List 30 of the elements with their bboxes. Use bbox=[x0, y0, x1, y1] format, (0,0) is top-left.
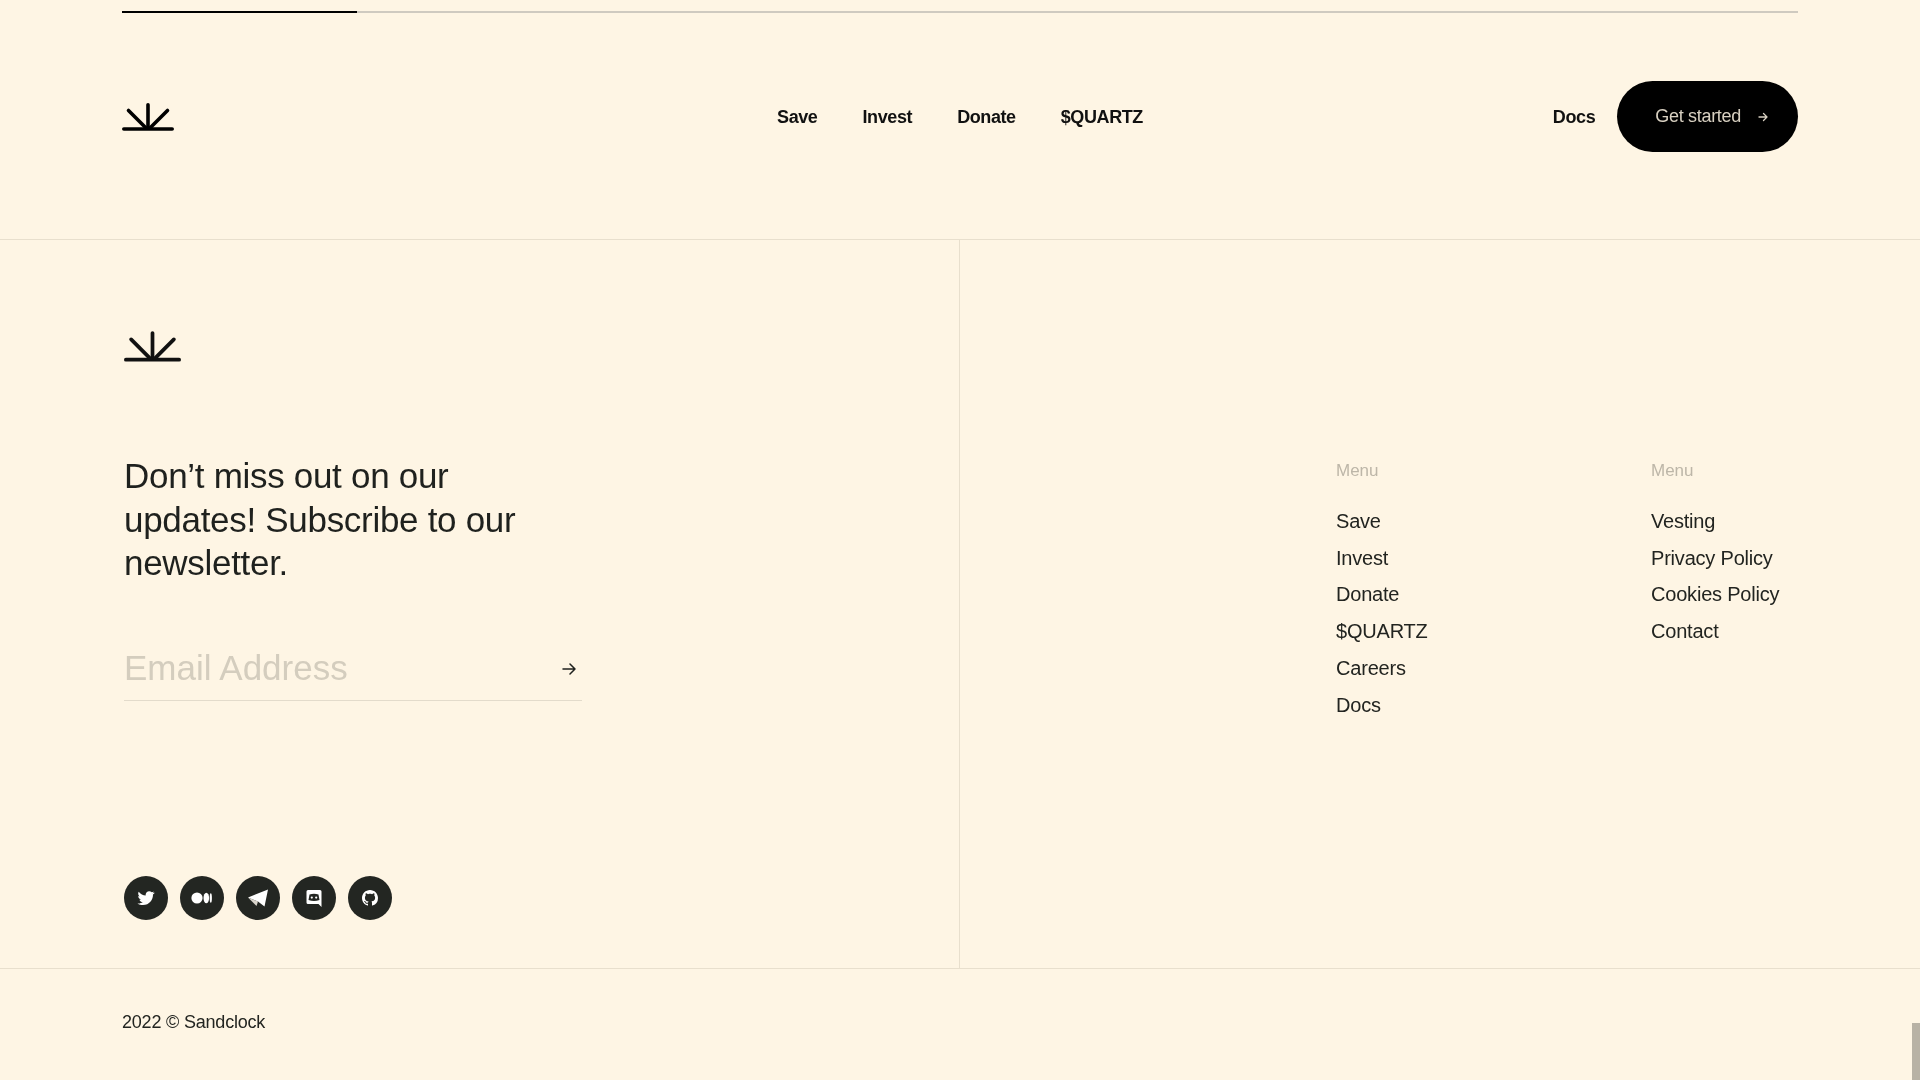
nav-link[interactable]: $QUARTZ bbox=[1060, 105, 1143, 128]
bird-icon[interactable] bbox=[124, 876, 168, 920]
scrollbar-thumb[interactable] bbox=[1912, 1023, 1920, 1080]
footer-link[interactable]: Careers bbox=[1336, 656, 1406, 679]
ovals-icon[interactable] bbox=[180, 876, 224, 920]
menu-heading: Menu bbox=[1336, 460, 1380, 482]
cat-icon[interactable] bbox=[348, 876, 392, 920]
footer-link[interactable]: Save bbox=[1336, 510, 1381, 532]
menu-heading: Menu bbox=[1651, 460, 1695, 482]
nav-link[interactable]: Invest bbox=[862, 105, 913, 128]
get-started-button[interactable]: Get started bbox=[1617, 81, 1798, 152]
sunburst-logo bbox=[124, 331, 181, 362]
footer-link[interactable]: Privacy Policy bbox=[1651, 546, 1773, 569]
footer-link[interactable]: Vesting bbox=[1651, 510, 1716, 532]
footer-link[interactable]: Cookies Policy bbox=[1651, 583, 1780, 606]
copyright-text: 2022 © Sandclock bbox=[122, 1012, 266, 1032]
arrow-right-icon[interactable] bbox=[562, 662, 576, 675]
newsletter-heading: Don’t miss out on our updates! Subscribe to our newsletter. bbox=[124, 455, 517, 584]
footer-link[interactable]: Invest bbox=[1336, 546, 1389, 569]
nav-link[interactable]: Save bbox=[777, 105, 818, 128]
footer-link[interactable]: $QUARTZ bbox=[1336, 620, 1428, 643]
docs-link[interactable]: Docs bbox=[1552, 105, 1596, 128]
footer-link[interactable]: Donate bbox=[1336, 583, 1400, 606]
arrow-right-icon bbox=[1758, 111, 1768, 122]
paper-plane-icon[interactable] bbox=[236, 876, 280, 920]
nav-link[interactable]: Donate bbox=[957, 105, 1016, 128]
chat-bubble-icon[interactable] bbox=[292, 876, 336, 920]
sunburst-logo[interactable] bbox=[122, 102, 174, 131]
footer-link[interactable]: Contact bbox=[1651, 620, 1719, 643]
footer-link[interactable]: Docs bbox=[1336, 693, 1381, 716]
